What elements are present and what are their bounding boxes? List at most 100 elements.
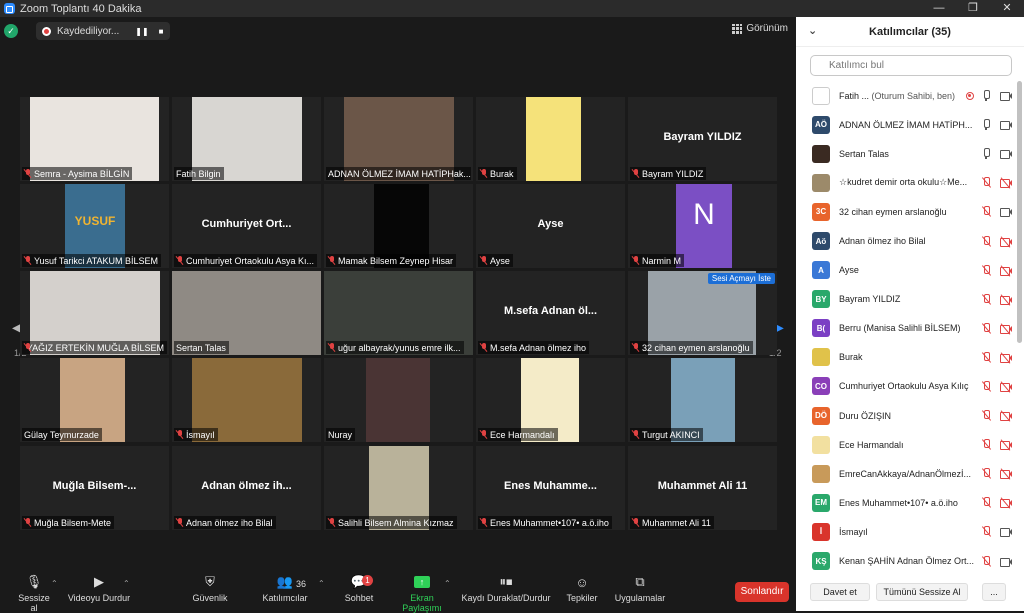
record-controls-button[interactable]: ⏸⏹ Kaydı Duraklat/Durdur — [461, 573, 551, 603]
avatar: İ — [812, 522, 830, 541]
participant-row[interactable]: KŞ Kenan ŞAHİN Adnan Ölmez Ort... — [796, 547, 1016, 576]
participant-row[interactable]: B(Berru (Manisa Salihli BİLSEM) — [796, 314, 1016, 343]
reactions-button[interactable]: ☺ Tepkiler — [565, 573, 599, 604]
participant-row[interactable]: ☆kudret demir orta okulu☆Me... — [796, 168, 1016, 197]
video-tile[interactable]: M.sefa Adnan öl... M.sefa Adnan ölmez iho — [476, 271, 625, 355]
participant-row[interactable]: CO Cumhuriyet Ortaokulu Asya Kılıç — [796, 372, 1016, 401]
video-tile[interactable]: Bayram YILDIZ Bayram YILDIZ — [628, 97, 777, 181]
participant-search-input[interactable] — [810, 55, 1012, 76]
end-meeting-button[interactable]: Sonlandır — [735, 582, 789, 602]
tile-display-name: Enes Muhamme... — [504, 480, 597, 492]
video-tile[interactable]: Enes Muhamme... Enes Muhammet•107• a.ö.ih… — [476, 446, 625, 530]
participant-row[interactable]: Sertan Talas — [796, 139, 1016, 168]
video-options-caret-icon[interactable]: ⌃ — [123, 579, 130, 588]
tile-name-label: Gülay Teymurzade — [22, 428, 102, 441]
encryption-shield-icon[interactable]: ✓ — [4, 24, 18, 38]
mic-muted-icon — [980, 235, 992, 247]
video-tile[interactable]: YUSUF Yusuf Tarikci ATAKUM BİLSEM — [20, 184, 169, 268]
view-button[interactable]: Görünüm — [732, 23, 788, 34]
avatar — [812, 144, 830, 163]
video-tile[interactable]: Muğla Bilsem-... Muğla Bilsem-Mete — [20, 446, 169, 530]
maximize-button[interactable]: ❐ — [956, 0, 990, 17]
video-off-icon — [1000, 497, 1012, 510]
video-tile[interactable]: Ece Harmandalı — [476, 358, 625, 442]
video-off-icon — [1000, 439, 1012, 451]
video-tile[interactable]: N Narmin M — [628, 184, 777, 268]
tile-name-text: Enes Muhammet•107• a.ö.iho — [490, 517, 609, 528]
video-off-icon — [1000, 381, 1012, 393]
collapse-chevron-down-icon[interactable]: ⌄ — [808, 24, 817, 37]
video-tile[interactable]: Nuray — [324, 358, 473, 442]
video-tile[interactable]: ADNAN ÖLMEZ İMAM HATİPHak... — [324, 97, 473, 181]
participant-row[interactable]: EmreCanAkkaya/AdnanÖlmezİ... — [796, 459, 1016, 488]
video-tile[interactable]: Sertan Talas — [172, 271, 321, 355]
participant-row[interactable]: BY Bayram YILDIZ — [796, 285, 1016, 314]
more-options-button[interactable]: ... — [982, 583, 1006, 601]
video-tile[interactable]: Burak — [476, 97, 625, 181]
mic-muted-icon — [632, 169, 640, 178]
pause-recording-icon[interactable]: ❚❚ — [135, 27, 148, 36]
tile-name-label: Yusuf Tarikci ATAKUM BİLSEM — [22, 254, 162, 267]
participant-row[interactable]: Fatih ... (Oturum Sahibi, ben) — [796, 81, 1016, 110]
participant-row[interactable]: EM Enes Muhammet•107• a.ö.iho — [796, 488, 1016, 517]
video-tile[interactable]: Semra - Aysima BİLGİN — [20, 97, 169, 181]
participant-row[interactable]: İ İsmayıl — [796, 517, 1016, 546]
mute-button[interactable]: 🎙 Sessize al — [14, 573, 54, 613]
video-tile[interactable]: Muhammet Ali 11 Muhammet Ali 11 — [628, 446, 777, 530]
video-tile[interactable]: uğur albayrak/yunus emre ilk... — [324, 271, 473, 355]
participant-row[interactable]: 3C 32 cihan eymen arslanoğlu — [796, 197, 1016, 226]
video-tile[interactable]: Salihli Bilsem Almina Kızmaz — [324, 446, 473, 530]
ask-to-unmute-hint[interactable]: Sesi Açmayı İste — [707, 273, 775, 284]
participants-panel: ⌄ Katılımcılar (35) Fatih ... (Oturum Sa… — [796, 17, 1024, 611]
panel-scrollbar[interactable] — [1017, 81, 1022, 343]
participant-row[interactable]: DÖ Duru ÖZIŞIN — [796, 401, 1016, 430]
avatar — [812, 348, 830, 367]
mic-muted-icon — [176, 256, 184, 265]
security-button[interactable]: ⛨ Güvenlik — [190, 573, 230, 603]
participant-row[interactable]: Ece Harmandalı — [796, 430, 1016, 459]
video-tile[interactable]: Ayse Ayse — [476, 184, 625, 268]
close-button[interactable]: ✕ — [990, 0, 1024, 17]
participant-row[interactable]: A Ayse — [796, 256, 1016, 285]
video-tile[interactable]: Adnan ölmez ih... Adnan ölmez iho Bilal — [172, 446, 321, 530]
video-tile[interactable]: Gülay Teymurzade — [20, 358, 169, 442]
participant-list: Fatih ... (Oturum Sahibi, ben) AÖ ADNAN ÖL… — [796, 81, 1016, 576]
video-tile[interactable]: Mamak Bilsem Zeynep Hisar — [324, 184, 473, 268]
video-tile[interactable]: İsmayıl — [172, 358, 321, 442]
participant-row[interactable]: Aö Adnan ölmez iho Bilal — [796, 226, 1016, 255]
video-tile[interactable]: Fatih Bilgin — [172, 97, 321, 181]
minimize-button[interactable]: — — [922, 0, 956, 17]
video-tile[interactable]: Sesi Açmayı İste 32 cihan eymen arslanoğl… — [628, 271, 777, 355]
tile-name-text: uğur albayrak/yunus emre ilk... — [338, 342, 461, 353]
video-off-icon — [1000, 468, 1012, 480]
mic-muted-icon — [980, 526, 992, 537]
audio-options-caret-icon[interactable]: ⌃ — [51, 579, 58, 588]
video-tile[interactable]: Turgut AKINCI — [628, 358, 777, 442]
mic-muted-icon — [632, 518, 640, 527]
stop-video-button[interactable]: ▶ Videoyu Durdur — [66, 573, 132, 603]
share-options-caret-icon[interactable]: ⌃ — [444, 579, 451, 588]
tile-name-text: ADNAN ÖLMEZ İMAM HATİPHak... — [328, 168, 471, 179]
video-tile[interactable]: YAĞIZ ERTEKİN MUĞLA BİLSEM — [20, 271, 169, 355]
participant-row[interactable]: Burak — [796, 343, 1016, 372]
tile-name-label: Bayram YILDIZ — [630, 167, 707, 180]
tile-name-text: Yusuf Tarikci ATAKUM BİLSEM — [34, 255, 159, 266]
host-tag: (Oturum Sahibi, ben) — [869, 90, 956, 101]
mic-muted-icon — [480, 256, 488, 265]
invite-button[interactable]: Davet et — [810, 583, 870, 601]
tile-name-text: Ece Harmandalı — [490, 429, 555, 440]
participant-row[interactable]: AÖ ADNAN ÖLMEZ İMAM HATİPH... — [796, 110, 1016, 139]
participant-status-icons — [980, 526, 1012, 538]
tile-display-name: Adnan ölmez ih... — [201, 480, 292, 492]
participants-caret-icon[interactable]: ⌃ — [318, 579, 325, 588]
video-tile[interactable]: Cumhuriyet Ort... Cumhuriyet Ortaokulu As… — [172, 184, 321, 268]
pause-stop-record-icon: ⏸⏹ — [499, 574, 513, 589]
stop-recording-icon[interactable]: ■ — [159, 27, 164, 36]
apps-button[interactable]: ⧉ Uygulamalar — [614, 573, 666, 603]
tile-display-name: M.sefa Adnan öl... — [503, 305, 598, 317]
mute-all-button[interactable]: Tümünü Sessize Al — [876, 583, 968, 601]
video-gallery: ✓ Kaydediliyor... ❚❚ ■ Görünüm ◀ 1/2 ▶ 1… — [0, 17, 796, 611]
participant-name: İsmayıl — [839, 526, 868, 537]
meeting-status-bar: ✓ Kaydediliyor... ❚❚ ■ — [4, 21, 170, 41]
participant-name: Kenan ŞAHİN Adnan Ölmez Ort... — [839, 556, 975, 567]
